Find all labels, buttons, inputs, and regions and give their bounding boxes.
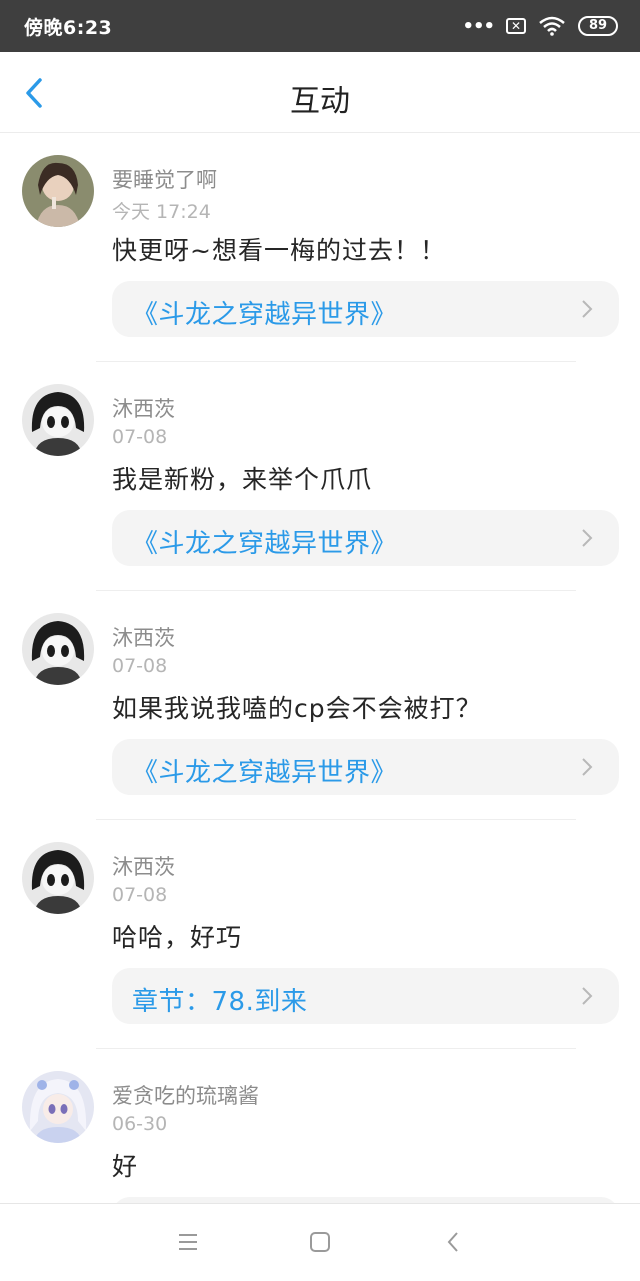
comment-text: 如果我说我嗑的cp会不会被打？ (112, 694, 482, 723)
menu-icon[interactable] (176, 1230, 200, 1254)
timestamp: 07-08 (112, 655, 168, 677)
book-link-title: 《斗龙之穿越异世界》 (132, 300, 398, 330)
username[interactable]: 沐西茨 (112, 851, 175, 881)
chapter-link-card[interactable]: 章节：78.到来 (112, 968, 619, 1024)
comment-text: 哈哈，好巧 (112, 923, 243, 952)
timestamp: 07-08 (112, 884, 168, 906)
timestamp: 07-08 (112, 426, 168, 448)
chevron-right-icon (582, 758, 593, 776)
wifi-icon (539, 16, 565, 36)
chapter-link-title: 章节：78.到来 (132, 987, 308, 1017)
system-nav-bar (0, 1203, 640, 1281)
avatar[interactable] (22, 384, 94, 456)
comment-text: 好 (112, 1152, 139, 1181)
chevron-right-icon (582, 300, 593, 318)
status-time: 傍晚6:23 (24, 17, 113, 39)
interaction-feed[interactable]: 要睡觉了啊 今天 17:24 快更呀~想看一梅的过去！！ 《斗龙之穿越异世界》 … (0, 133, 640, 1203)
comment-text: 快更呀~想看一梅的过去！！ (112, 236, 446, 265)
chevron-right-icon (582, 529, 593, 547)
book-link-title: 《斗龙之穿越异世界》 (132, 529, 398, 559)
page-title: 互动 (290, 84, 350, 119)
chevron-right-icon (582, 987, 593, 1005)
feed-item: 沐西茨 07-08 如果我说我嗑的cp会不会被打？ 《斗龙之穿越异世界》 (0, 591, 640, 820)
timestamp: 06-30 (112, 1113, 168, 1135)
status-icons: ••• ✕ 89 (462, 12, 618, 40)
battery-icon: 89 (578, 16, 618, 36)
back-triangle-icon[interactable] (442, 1230, 466, 1254)
book-link-card[interactable]: 《斗龙之穿越异世界》 (112, 510, 619, 566)
comment-text: 我是新粉，来举个爪爪 (112, 465, 373, 494)
home-square-icon[interactable] (308, 1230, 332, 1254)
book-link-title: 《斗龙之穿越异世界》 (132, 758, 398, 788)
avatar[interactable] (22, 1071, 94, 1143)
header: 互动 (0, 52, 640, 133)
username[interactable]: 要睡觉了啊 (112, 164, 217, 194)
book-link-card[interactable]: 《斗龙之穿越异世界》 (112, 281, 619, 337)
sim-x-icon: ✕ (506, 18, 526, 34)
username[interactable]: 爱贪吃的琉璃酱 (112, 1080, 259, 1110)
avatar[interactable] (22, 155, 94, 227)
feed-item: 沐西茨 07-08 哈哈，好巧 章节：78.到来 (0, 820, 640, 1049)
avatar[interactable] (22, 613, 94, 685)
more-dots-icon: ••• (462, 15, 495, 37)
feed-item: 沐西茨 07-08 我是新粉，来举个爪爪 《斗龙之穿越异世界》 (0, 362, 640, 591)
avatar[interactable] (22, 842, 94, 914)
feed-item: 要睡觉了啊 今天 17:24 快更呀~想看一梅的过去！！ 《斗龙之穿越异世界》 (0, 133, 640, 362)
status-bar: 傍晚6:23 ••• ✕ 89 (0, 0, 640, 52)
username[interactable]: 沐西茨 (112, 393, 175, 423)
feed-item: 爱贪吃的琉璃酱 06-30 好 (0, 1049, 640, 1203)
username[interactable]: 沐西茨 (112, 622, 175, 652)
book-link-card[interactable]: 《斗龙之穿越异世界》 (112, 739, 619, 795)
timestamp: 今天 17:24 (112, 201, 211, 223)
